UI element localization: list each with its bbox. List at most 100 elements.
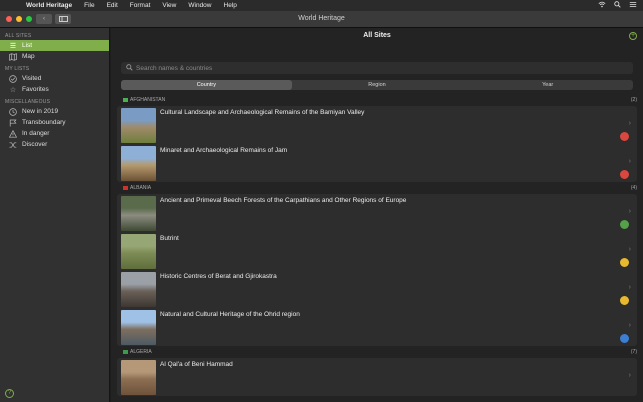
site-row[interactable]: Minaret and Archaeological Remains of Ja… [117, 144, 637, 182]
site-name: Minaret and Archaeological Remains of Ja… [160, 147, 288, 154]
flag-icon [123, 98, 128, 102]
sidebar-section-title: MY LISTS [5, 66, 30, 72]
app-menu[interactable]: World Heritage [26, 0, 72, 11]
control-center-icon[interactable] [629, 1, 637, 10]
sidebar-item-label: Transboundary [22, 119, 66, 126]
sidebar: ALL SITES ☰ List Map MY LISTS Visited ☆ … [0, 28, 110, 402]
sidebar-item-label: Discover [22, 141, 48, 148]
menu-file[interactable]: File [84, 0, 94, 11]
country-site-group: Al Qal'a of Beni Hammad › [117, 358, 637, 396]
site-thumbnail [121, 360, 156, 395]
site-row[interactable]: Cultural Landscape and Archaeological Re… [117, 106, 637, 144]
sidebar-item-transboundary[interactable]: Transboundary [0, 117, 109, 128]
country-section-header: AFGHANISTAN (2) [123, 94, 637, 106]
sidebar-item-label: List [22, 42, 33, 49]
chevron-right-icon: › [628, 322, 631, 329]
window-titlebar: ‹ World Heritage [0, 11, 643, 28]
sidebar-item-favorites[interactable]: ☆ Favorites [0, 84, 109, 95]
menu-view[interactable]: View [162, 0, 176, 11]
country-site-count: (4) [630, 185, 637, 191]
country-site-count: (7) [630, 349, 637, 355]
group-by-segmented-control: Country Region Year [121, 80, 633, 90]
spotlight-search-icon[interactable] [614, 1, 621, 10]
site-row[interactable]: Butrint › [117, 232, 637, 270]
country-site-group: Ancient and Primeval Beech Forests of th… [117, 194, 637, 346]
country-section-header: ALBANIA (4) [123, 182, 637, 194]
chevron-right-icon: › [628, 372, 631, 379]
site-thumbnail [121, 146, 156, 181]
sidebar-item-visited[interactable]: Visited [0, 73, 109, 84]
segment-country[interactable]: Country [121, 80, 292, 90]
flag-icon [123, 350, 128, 354]
chevron-right-icon: › [628, 246, 631, 253]
search-input[interactable] [136, 64, 436, 72]
check-circle-icon [9, 74, 17, 83]
site-thumbnail [121, 196, 156, 231]
add-button[interactable]: + [629, 32, 637, 40]
site-list: AFGHANISTAN (2) Cultural Landscape and Arc… [111, 94, 643, 396]
site-category-badge [620, 258, 629, 267]
map-icon [9, 52, 17, 61]
clock-icon [9, 107, 17, 116]
sidebar-item-label: Map [22, 53, 35, 60]
main-header: All Sites + [111, 28, 643, 44]
site-name: Historic Centres of Berat and Gjirokastr… [160, 273, 277, 280]
sidebar-item-discover[interactable]: Discover [0, 139, 109, 150]
search-icon [126, 63, 133, 73]
list-icon: ☰ [9, 42, 17, 50]
help-button[interactable]: ? [5, 389, 14, 398]
segment-year[interactable]: Year [462, 80, 633, 90]
country-name: ALBANIA [130, 185, 152, 191]
site-row[interactable]: Historic Centres of Berat and Gjirokastr… [117, 270, 637, 308]
chevron-right-icon: › [628, 208, 631, 215]
site-thumbnail [121, 234, 156, 269]
site-name: Al Qal'a of Beni Hammad [160, 361, 233, 368]
country-name: ALGERIA [130, 349, 152, 355]
sidebar-item-map[interactable]: Map [0, 51, 109, 62]
main-content: All Sites + Country Region Year AFGHANIS… [111, 28, 643, 402]
menu-format[interactable]: Format [130, 0, 151, 11]
site-category-badge [620, 334, 629, 343]
shuffle-icon [9, 141, 17, 149]
country-site-count: (2) [630, 97, 637, 103]
site-category-badge [620, 296, 629, 305]
segment-region[interactable]: Region [292, 80, 463, 90]
sidebar-section-title: ALL SITES [5, 33, 32, 39]
site-name: Cultural Landscape and Archaeological Re… [160, 109, 365, 116]
menu-edit[interactable]: Edit [107, 0, 118, 11]
star-icon: ☆ [9, 86, 17, 94]
site-name: Natural and Cultural Heritage of the Ohr… [160, 311, 300, 318]
search-bar[interactable] [121, 62, 633, 74]
warning-icon [9, 129, 17, 138]
chevron-right-icon: › [628, 158, 631, 165]
sidebar-item-label: In danger [22, 130, 50, 137]
menu-help[interactable]: Help [224, 0, 237, 11]
country-name: AFGHANISTAN [130, 97, 166, 103]
site-row[interactable]: Natural and Cultural Heritage of the Ohr… [117, 308, 637, 346]
site-name: Ancient and Primeval Beech Forests of th… [160, 197, 407, 204]
country-section-header: ALGERIA (7) [123, 346, 637, 358]
site-category-badge [620, 220, 629, 229]
sidebar-item-label: Favorites [22, 86, 49, 93]
chevron-right-icon: › [628, 284, 631, 291]
site-thumbnail [121, 108, 156, 143]
site-category-badge [620, 170, 629, 179]
site-category-badge [620, 132, 629, 141]
site-row[interactable]: Ancient and Primeval Beech Forests of th… [117, 194, 637, 232]
sidebar-item-label: Visited [22, 75, 42, 82]
flag-icon [123, 186, 128, 190]
site-thumbnail [121, 310, 156, 345]
menubar: World Heritage File Edit Format View Win… [0, 0, 643, 11]
chevron-right-icon: › [628, 120, 631, 127]
menu-window[interactable]: Window [188, 0, 211, 11]
sidebar-item-in-danger[interactable]: In danger [0, 128, 109, 139]
sidebar-item-list[interactable]: ☰ List [0, 40, 109, 51]
sidebar-item-label: New in 2019 [22, 108, 59, 115]
site-thumbnail [121, 272, 156, 307]
country-site-group: Cultural Landscape and Archaeological Re… [117, 106, 637, 182]
wifi-icon[interactable] [598, 1, 606, 10]
flag-icon [9, 119, 17, 127]
site-name: Butrint [160, 235, 179, 242]
site-row[interactable]: Al Qal'a of Beni Hammad › [117, 358, 637, 396]
sidebar-item-new-in-2019[interactable]: New in 2019 [0, 106, 109, 117]
